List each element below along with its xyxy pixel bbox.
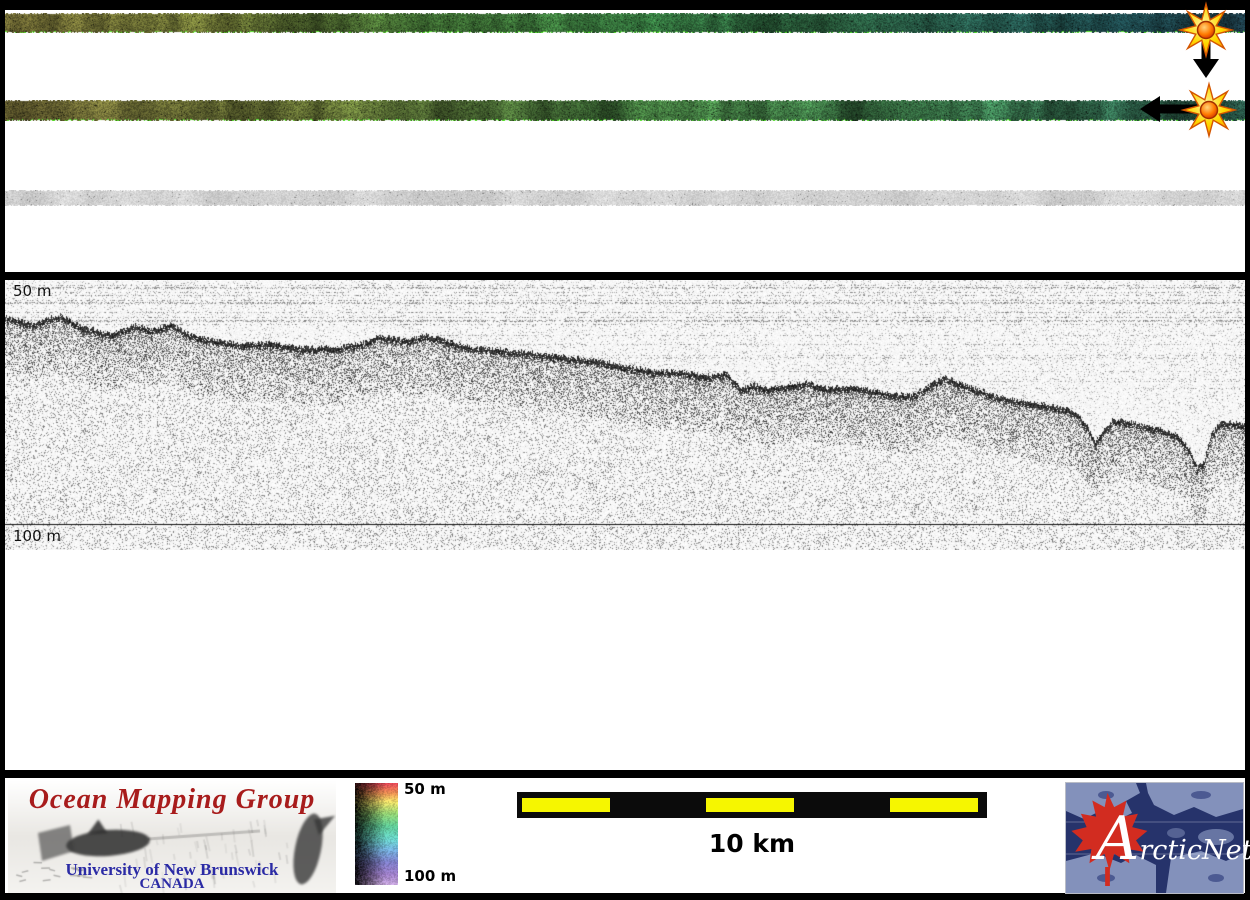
map-scale-bar (517, 792, 987, 818)
omg-logo-country: CANADA (8, 876, 336, 893)
sun-burst-icon (1183, 84, 1235, 136)
arrow-left-head-icon (1140, 96, 1160, 122)
ocean-mapping-group-logo: Ocean Mapping Group University of New Br… (8, 781, 336, 893)
top-panel (5, 10, 1245, 272)
subbottom-echogram (5, 280, 1245, 550)
track-marker-1 (1179, 5, 1235, 79)
track-marker-2 (1138, 83, 1244, 137)
backscatter-strip (5, 190, 1245, 206)
arcticnet-logo: ArcticNet (1066, 783, 1243, 893)
omg-logo-title: Ocean Mapping Group (8, 784, 336, 816)
sun-center (1198, 22, 1215, 39)
figure-stage: 50 m 100 m Ocean Mapping Group Universit… (0, 0, 1250, 900)
sun-center (1201, 102, 1218, 119)
legend-top-label: 50 m (404, 780, 446, 798)
swath-bathymetry-strip-1 (5, 13, 1245, 33)
scale-bar-segment (706, 798, 794, 812)
echogram-depth-bottom-label: 100 m (13, 527, 61, 545)
depth-colormap-legend (355, 783, 398, 885)
swath-bathymetry-strip-2 (5, 100, 1245, 121)
echogram-depth-top-label: 50 m (13, 282, 51, 300)
arrow-down-head-icon (1193, 59, 1219, 78)
arcticnet-wordmark: ArcticNet (1096, 809, 1246, 881)
legend-bottom-label: 100 m (404, 867, 456, 885)
scale-bar-label: 10 km (517, 829, 987, 858)
scale-bar-segment (522, 798, 610, 812)
scale-bar-segment (890, 798, 978, 812)
